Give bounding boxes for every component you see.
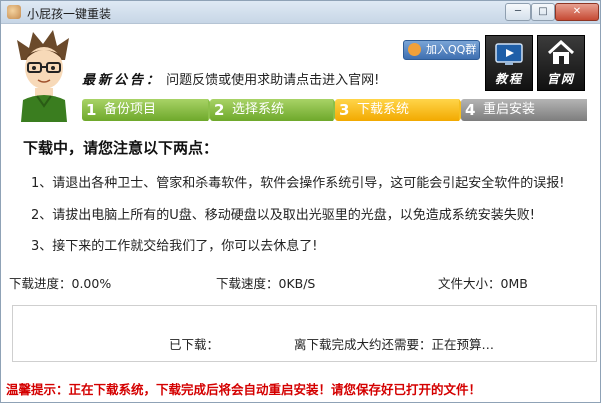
official-site-label: 官网 bbox=[546, 72, 575, 86]
step-label: 下载系统 bbox=[357, 102, 410, 117]
time-remaining: 离下载完成大约还需要：正在预算… bbox=[294, 337, 495, 352]
qq-penguin-icon bbox=[408, 43, 421, 56]
notice-line: 1、请退出各种卫士、管家和杀毒软件，软件会操作系统引导，这可能会引起安全软件的误… bbox=[31, 176, 565, 191]
download-speed-text: 下载速度：0KB/S bbox=[216, 276, 316, 291]
notice-line: 2、请拔出电脑上所有的U盘、移动硬盘以及取出光驱里的光盘，以免造成系统安装失败! bbox=[31, 208, 535, 223]
announcement-text[interactable]: 问题反馈或使用求助请点击进入官网! bbox=[166, 73, 379, 88]
minimize-button[interactable]: ─ bbox=[505, 3, 531, 21]
step-label: 重启安装 bbox=[483, 102, 536, 117]
close-button[interactable]: ✕ bbox=[555, 3, 599, 21]
step-select-system: 2 选择系统 bbox=[210, 99, 333, 121]
warm-tip: 温馨提示：正在下载系统，下载完成后将会自动重启安装！请您保存好已打开的文件！ bbox=[6, 382, 482, 397]
video-player-icon bbox=[495, 43, 523, 65]
title-bar[interactable]: 小屁孩一键重装 ─ □ ✕ bbox=[1, 1, 600, 24]
download-progress-text: 下载进度：0.00% bbox=[9, 276, 112, 291]
cartoon-boy-avatar bbox=[17, 30, 69, 122]
join-qq-group-button[interactable]: 加入QQ群 bbox=[403, 40, 480, 60]
join-qq-group-label: 加入QQ群 bbox=[426, 43, 477, 56]
step-number: 3 bbox=[339, 101, 350, 119]
notice-line: 3、接下来的工作就交给我们了，你可以去休息了! bbox=[31, 239, 318, 254]
step-reboot-install: 4 重启安装 bbox=[461, 99, 587, 121]
step-backup: 1 备份项目 bbox=[82, 99, 208, 121]
app-icon bbox=[7, 5, 21, 19]
step-number: 4 bbox=[465, 101, 476, 119]
home-icon bbox=[547, 40, 575, 64]
tutorial-button[interactable]: 教程 bbox=[485, 35, 533, 91]
step-number: 1 bbox=[86, 101, 97, 119]
step-label: 备份项目 bbox=[104, 102, 157, 117]
official-site-button[interactable]: 官网 bbox=[537, 35, 585, 91]
app-window: 小屁孩一键重装 ─ □ ✕ 最新公告： 问题反馈或使用求助请点击进入官网! 加入… bbox=[0, 0, 601, 403]
step-progress-bar: 1 备份项目 2 选择系统 3 下载系统 4 重启安装 bbox=[82, 99, 592, 121]
downloaded-amount: 已下载： bbox=[169, 337, 220, 352]
step-download-system: 3 下载系统 bbox=[335, 99, 459, 121]
announcement-title: 最新公告： bbox=[82, 73, 163, 88]
header: 最新公告： 问题反馈或使用求助请点击进入官网! 加入QQ群 教程 官网 1 备份… bbox=[2, 24, 599, 124]
window-title: 小屁孩一键重装 bbox=[27, 7, 112, 21]
step-number: 2 bbox=[214, 101, 225, 119]
tutorial-label: 教程 bbox=[494, 72, 523, 86]
download-heading: 下载中，请您注意以下两点： bbox=[23, 139, 219, 157]
maximize-button[interactable]: □ bbox=[531, 3, 555, 21]
announcement[interactable]: 最新公告： 问题反馈或使用求助请点击进入官网! bbox=[82, 69, 379, 88]
file-size-text: 文件大小：0MB bbox=[438, 276, 528, 291]
step-label: 选择系统 bbox=[232, 102, 285, 117]
download-panel: 下载中，请您注意以下两点： 1、请退出各种卫士、管家和杀毒软件，软件会操作系统引… bbox=[2, 125, 599, 403]
download-status-box: 已下载： 离下载完成大约还需要：正在预算… bbox=[12, 305, 597, 362]
